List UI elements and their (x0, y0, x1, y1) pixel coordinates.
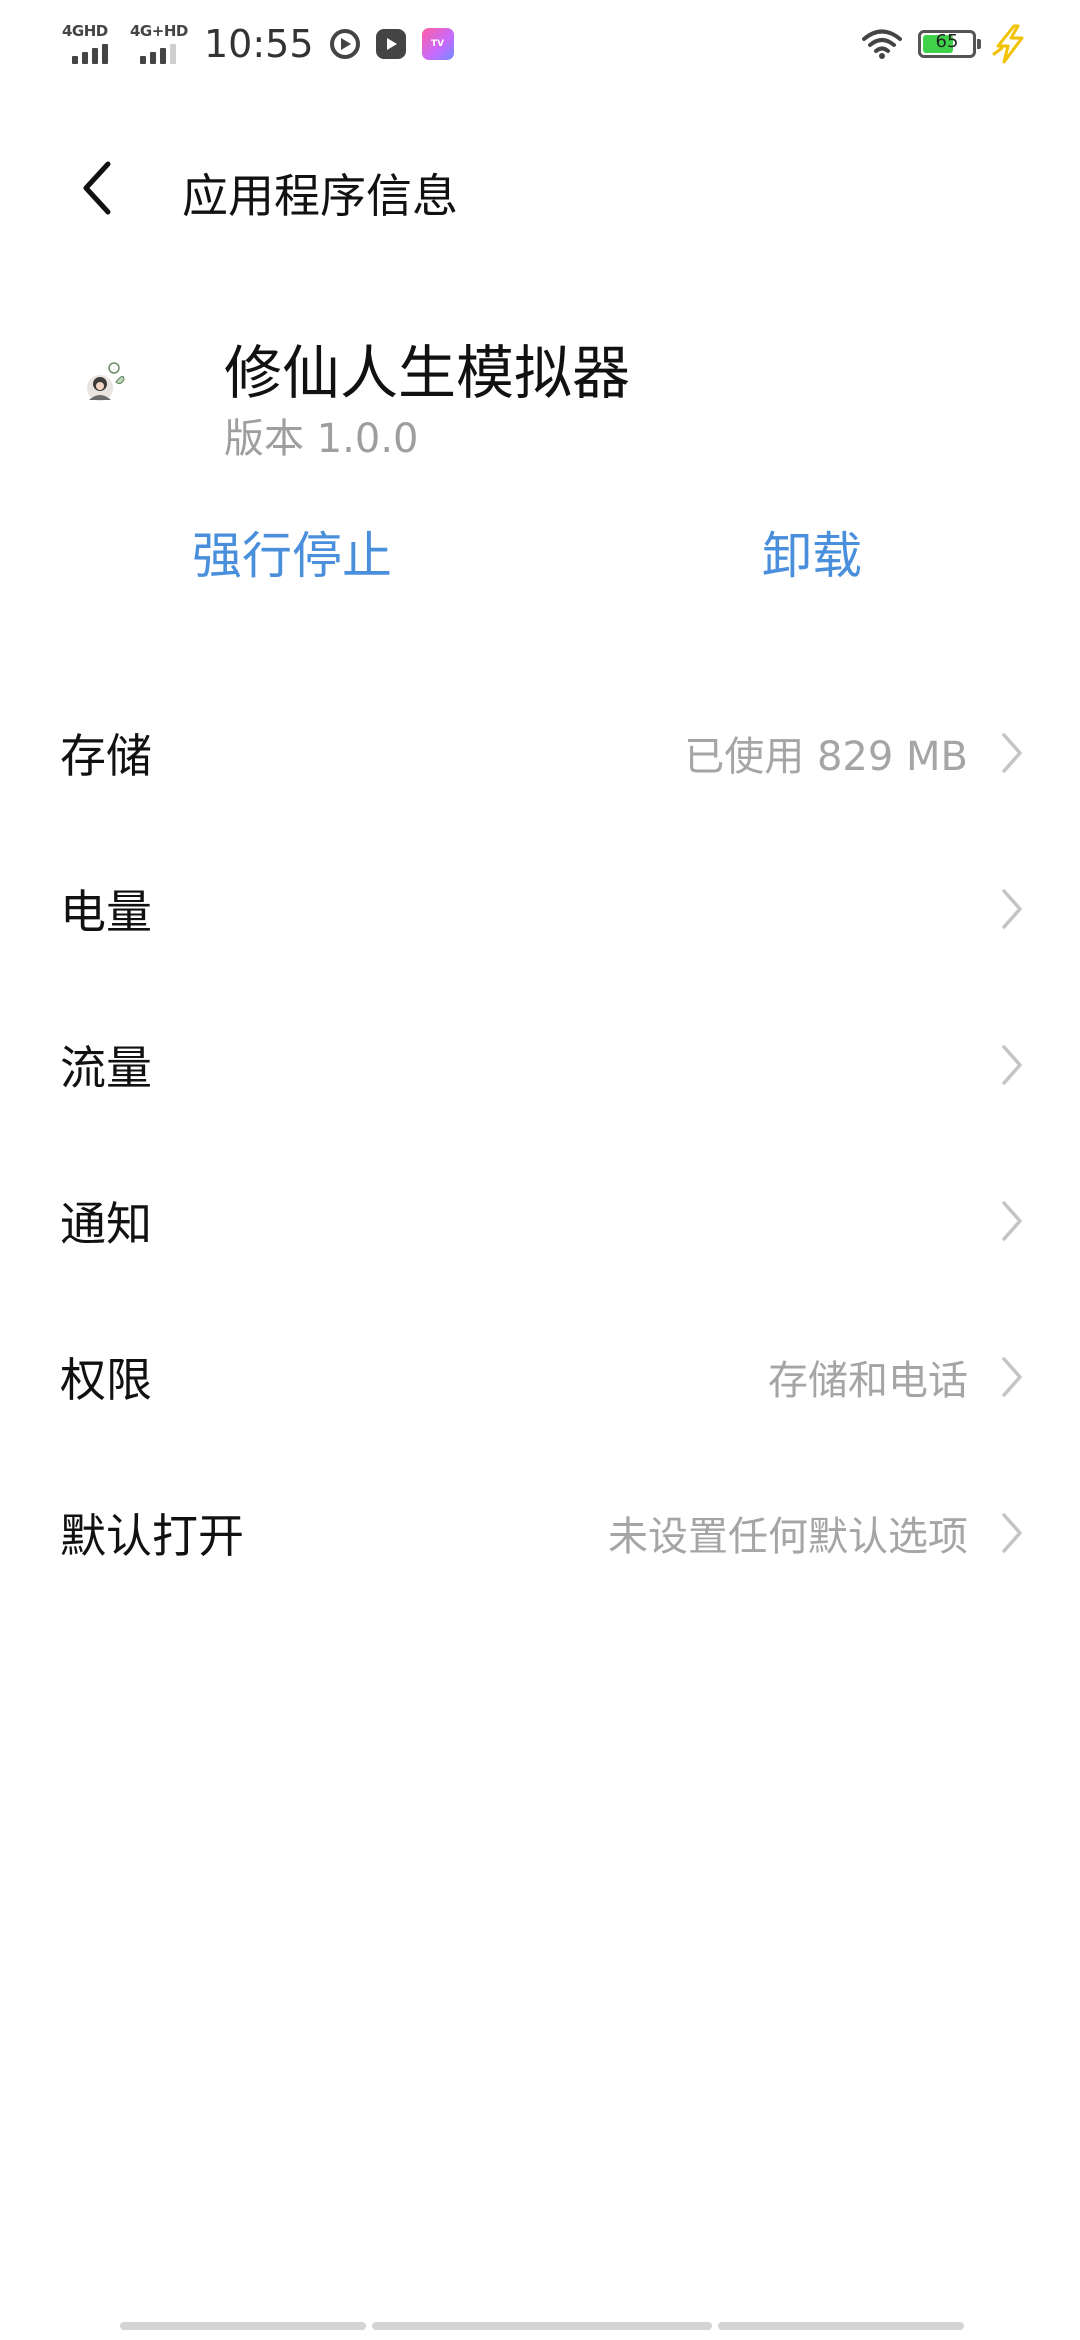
sim2-signal: 4G+HD (130, 22, 188, 66)
settings-row-notifications[interactable]: 通知 (0, 1143, 1080, 1299)
sim1-network-label: 4GHD (62, 22, 108, 40)
app-icon (87, 362, 125, 401)
settings-row-label: 通知 (60, 1197, 152, 1251)
uninstall-button[interactable]: 卸载 (762, 516, 862, 588)
settings-row-label: 权限 (60, 1353, 152, 1407)
settings-row-data-usage[interactable]: 流量 (0, 987, 1080, 1143)
tv-app-icon: TV (421, 28, 454, 60)
signal-icon (72, 44, 108, 64)
settings-row-storage[interactable]: 存储 已使用 829 MB (0, 675, 1080, 831)
settings-row-label: 默认打开 (60, 1509, 244, 1563)
nav-indicator-right[interactable] (718, 2322, 964, 2330)
nav-indicator-left[interactable] (120, 2322, 366, 2330)
back-button[interactable] (60, 150, 136, 226)
wifi-icon (862, 29, 902, 59)
status-bar: 4GHD 4G+HD 10:55 TV 65 (0, 0, 1080, 90)
chevron-left-icon (83, 161, 111, 215)
sim2-network-label: 4G+HD (130, 22, 188, 40)
settings-row-label: 存储 (60, 729, 152, 783)
page-title: 应用程序信息 (182, 169, 458, 223)
settings-row-value: 未设置任何默认选项 (608, 1514, 968, 1560)
chevron-right-icon (1002, 1045, 1022, 1085)
play-icon (329, 29, 360, 59)
charging-icon (992, 24, 1024, 64)
status-bar-right: 65 (862, 22, 1028, 66)
nav-indicator-center[interactable] (372, 2322, 712, 2330)
battery-icon: 65 (918, 30, 981, 58)
chevron-right-icon (1002, 1357, 1022, 1397)
settings-row-battery[interactable]: 电量 (0, 831, 1080, 987)
chevron-right-icon (1002, 733, 1022, 773)
battery-level-text: 65 (935, 31, 959, 52)
chevron-right-icon (1002, 1201, 1022, 1241)
chevron-right-icon (1002, 1513, 1022, 1553)
signal-icon (140, 44, 176, 64)
settings-row-label: 电量 (60, 885, 152, 939)
settings-row-open-by-default[interactable]: 默认打开 未设置任何默认选项 (0, 1455, 1080, 1611)
settings-list: 存储 已使用 829 MB 电量 流量 通知 权限 存储和电话 默认打开 未设置… (0, 675, 1080, 1611)
video-icon (375, 29, 406, 59)
app-bar: 应用程序信息 (0, 140, 1080, 236)
app-version: 版本 1.0.0 (224, 416, 419, 462)
force-stop-button[interactable]: 强行停止 (192, 516, 392, 588)
settings-row-label: 流量 (60, 1041, 152, 1095)
app-name: 修仙人生模拟器 (224, 339, 631, 407)
settings-row-value: 存储和电话 (768, 1358, 968, 1404)
chevron-right-icon (1002, 889, 1022, 929)
status-bar-left: 4GHD 4G+HD 10:55 TV (62, 18, 454, 70)
settings-row-value: 已使用 829 MB (684, 734, 968, 780)
status-time: 10:55 (204, 22, 314, 66)
settings-row-permissions[interactable]: 权限 存储和电话 (0, 1299, 1080, 1455)
sim1-signal: 4GHD (62, 22, 114, 66)
